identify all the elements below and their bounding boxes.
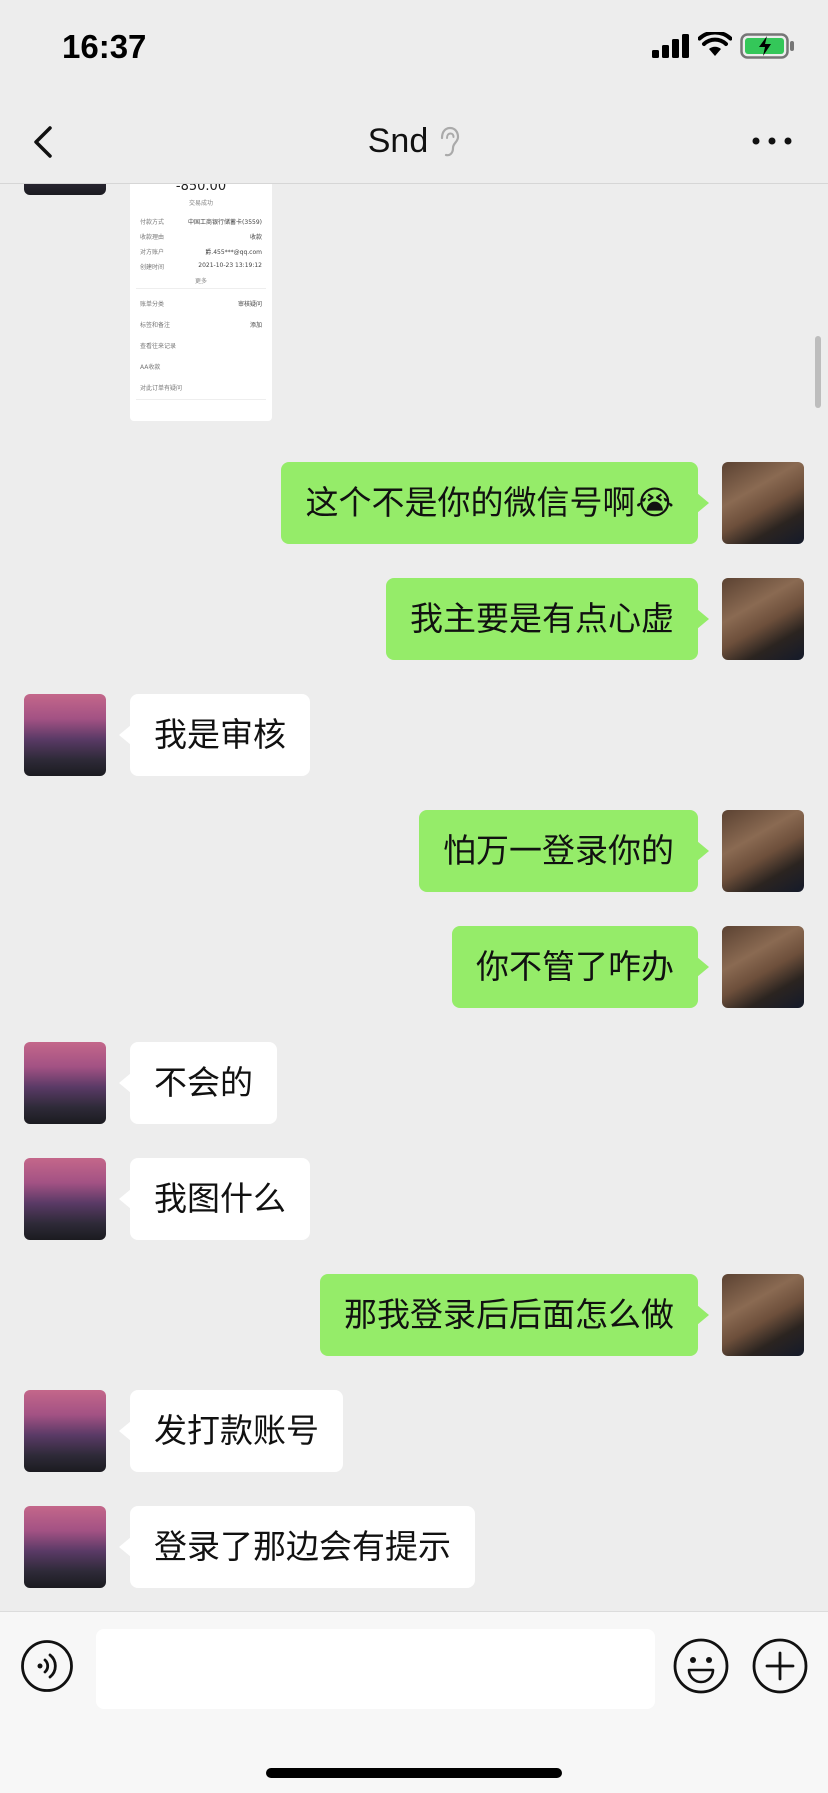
contact-avatar[interactable] bbox=[24, 1506, 106, 1588]
signal-icon bbox=[652, 34, 689, 58]
receipt-row: 付款方式 中国工商银行储蓄卡(3559) bbox=[140, 219, 262, 226]
message-bubble-incoming[interactable]: 发打款账号 bbox=[119, 1390, 343, 1472]
message-bubble-outgoing[interactable]: 我主要是有点心虚 bbox=[386, 578, 709, 660]
receipt-menu-item: AA收款 bbox=[140, 364, 161, 371]
contact-avatar[interactable] bbox=[24, 1390, 106, 1472]
message-bubble-outgoing[interactable]: 怕万一登录你的 bbox=[419, 810, 709, 892]
message-bubble-outgoing[interactable]: 那我登录后后面怎么做 bbox=[320, 1274, 709, 1356]
more-options-icon[interactable] bbox=[748, 126, 798, 156]
receipt-menu-item: 账单分类 审核疑问 bbox=[140, 301, 262, 308]
message-bubble-incoming[interactable]: 不会的 bbox=[119, 1042, 277, 1124]
plus-icon[interactable] bbox=[751, 1637, 809, 1695]
receipt-row: 创建时间 2021-10-23 13:19:12 bbox=[140, 262, 262, 271]
message-bubble-outgoing[interactable]: 你不管了咋办 bbox=[452, 926, 709, 1008]
divider bbox=[136, 399, 266, 400]
receipt-status: 交易成功 bbox=[188, 200, 213, 207]
ear-icon bbox=[441, 126, 460, 156]
message-input-bar bbox=[0, 1611, 828, 1793]
contact-avatar[interactable] bbox=[24, 1158, 106, 1240]
battery-icon bbox=[740, 33, 794, 59]
chat-title: Snd bbox=[0, 122, 828, 161]
message-bubble-incoming[interactable]: 我图什么 bbox=[119, 1158, 310, 1240]
receipt-amount: -850.00 bbox=[175, 183, 227, 194]
my-avatar[interactable] bbox=[722, 926, 804, 1008]
contact-avatar[interactable] bbox=[24, 1042, 106, 1124]
shared-screenshot-image[interactable]: -850.00 交易成功 付款方式 中国工商银行储蓄卡(3559) 收款理由 收款 … bbox=[130, 183, 272, 421]
my-avatar[interactable] bbox=[722, 462, 804, 544]
wifi-icon bbox=[698, 32, 732, 56]
receipt-more: 更多 bbox=[194, 278, 207, 285]
my-avatar[interactable] bbox=[722, 1274, 804, 1356]
message-bubble-incoming[interactable]: 登录了那边会有提示 bbox=[119, 1506, 475, 1588]
message-bubble-outgoing[interactable]: 这个不是你的微信号啊😭 bbox=[281, 462, 709, 544]
my-avatar[interactable] bbox=[722, 578, 804, 660]
receipt-row: 收款理由 收款 bbox=[140, 234, 262, 241]
status-time: 16:37 bbox=[62, 28, 147, 65]
home-indicator bbox=[266, 1768, 562, 1778]
chat-messages[interactable]: -850.00 交易成功 付款方式 中国工商银行储蓄卡(3559) 收款理由 收款 … bbox=[0, 183, 828, 1611]
receipt-menu-item: 标签和备注 添加 bbox=[140, 322, 262, 329]
status-bar: 16:37 bbox=[0, 0, 828, 100]
contact-avatar[interactable] bbox=[24, 694, 106, 776]
message-input[interactable] bbox=[96, 1629, 655, 1709]
receipt-menu-item: 查看往来记录 bbox=[140, 343, 177, 350]
contact-name: Snd bbox=[367, 122, 429, 160]
emoji-icon[interactable] bbox=[672, 1637, 730, 1695]
receipt-menu-item: 对此订单有疑问 bbox=[140, 385, 183, 392]
my-avatar[interactable] bbox=[722, 810, 804, 892]
contact-avatar[interactable] bbox=[24, 183, 106, 195]
voice-input-icon[interactable] bbox=[20, 1639, 74, 1693]
divider bbox=[136, 288, 266, 289]
scrollbar[interactable] bbox=[815, 336, 821, 408]
receipt-row: 对方账户 爵.455***@qq.com bbox=[140, 249, 262, 256]
chat-header: Snd bbox=[0, 100, 828, 184]
message-bubble-incoming[interactable]: 我是审核 bbox=[119, 694, 310, 776]
